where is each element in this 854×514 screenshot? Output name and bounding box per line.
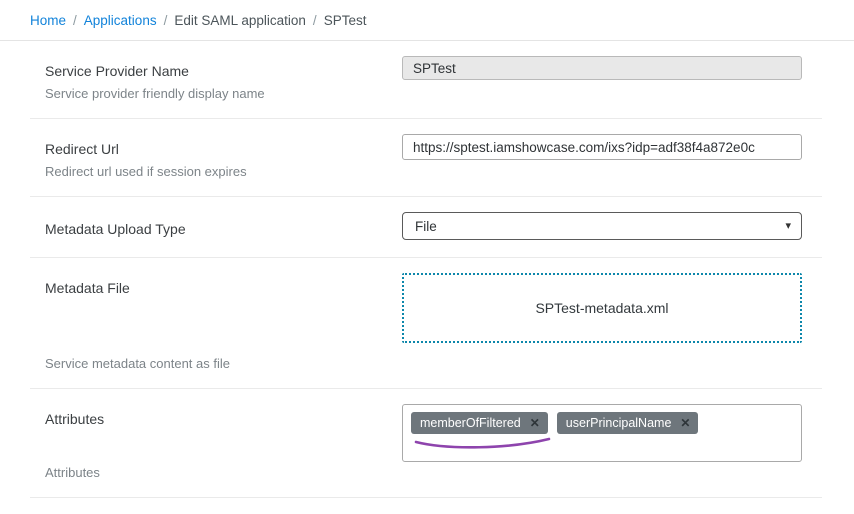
row-metadata-file: Metadata File Service metadata content a…	[30, 258, 822, 389]
attribute-chip: memberOfFiltered ✕	[411, 412, 548, 434]
metadata-file-dropzone[interactable]: SPTest-metadata.xml	[402, 273, 802, 343]
edit-saml-application-form: Service Provider Name Service provider f…	[30, 41, 822, 514]
service-provider-name-help: Service provider friendly display name	[45, 86, 402, 101]
service-provider-name-label: Service Provider Name	[45, 63, 402, 79]
metadata-upload-type-selected-value: File	[415, 219, 437, 234]
close-icon[interactable]: ✕	[680, 417, 690, 429]
service-provider-name-input[interactable]	[402, 56, 802, 80]
redirect-url-input[interactable]	[402, 134, 802, 160]
caret-down-icon: ▾	[785, 221, 791, 232]
row-redirect-url: Redirect Url Redirect url used if sessio…	[30, 119, 822, 197]
breadcrumb-separator: /	[313, 13, 317, 28]
annotation-underline	[413, 436, 553, 452]
bottom-spacer	[30, 498, 822, 514]
metadata-upload-type-label: Metadata Upload Type	[45, 221, 402, 237]
attributes-help: Attributes	[45, 465, 402, 480]
breadcrumb: Home / Applications / Edit SAML applicat…	[0, 0, 854, 41]
breadcrumb-home[interactable]: Home	[30, 13, 66, 28]
metadata-file-label: Metadata File	[45, 280, 402, 296]
redirect-url-label: Redirect Url	[45, 141, 402, 157]
breadcrumb-sptest: SPTest	[324, 13, 367, 28]
breadcrumb-separator: /	[73, 13, 77, 28]
breadcrumb-applications[interactable]: Applications	[84, 13, 157, 28]
redirect-url-help: Redirect url used if session expires	[45, 164, 402, 179]
attribute-chip-label: memberOfFiltered	[420, 416, 521, 430]
attribute-chip: userPrincipalName ✕	[557, 412, 699, 434]
row-metadata-upload-type: Metadata Upload Type File ▾	[30, 197, 822, 258]
metadata-file-help: Service metadata content as file	[45, 356, 402, 371]
metadata-file-name: SPTest-metadata.xml	[535, 300, 668, 316]
attribute-chip-label: userPrincipalName	[566, 416, 672, 430]
row-attributes: Attributes Attributes memberOfFiltered ✕…	[30, 389, 822, 498]
row-service-provider-name: Service Provider Name Service provider f…	[30, 41, 822, 119]
attributes-chips-input[interactable]: memberOfFiltered ✕ userPrincipalName ✕	[402, 404, 802, 462]
breadcrumb-separator: /	[164, 13, 168, 28]
close-icon[interactable]: ✕	[530, 417, 540, 429]
attributes-label: Attributes	[45, 411, 402, 427]
metadata-upload-type-select[interactable]: File ▾	[402, 212, 802, 240]
breadcrumb-edit-saml-application: Edit SAML application	[174, 13, 306, 28]
